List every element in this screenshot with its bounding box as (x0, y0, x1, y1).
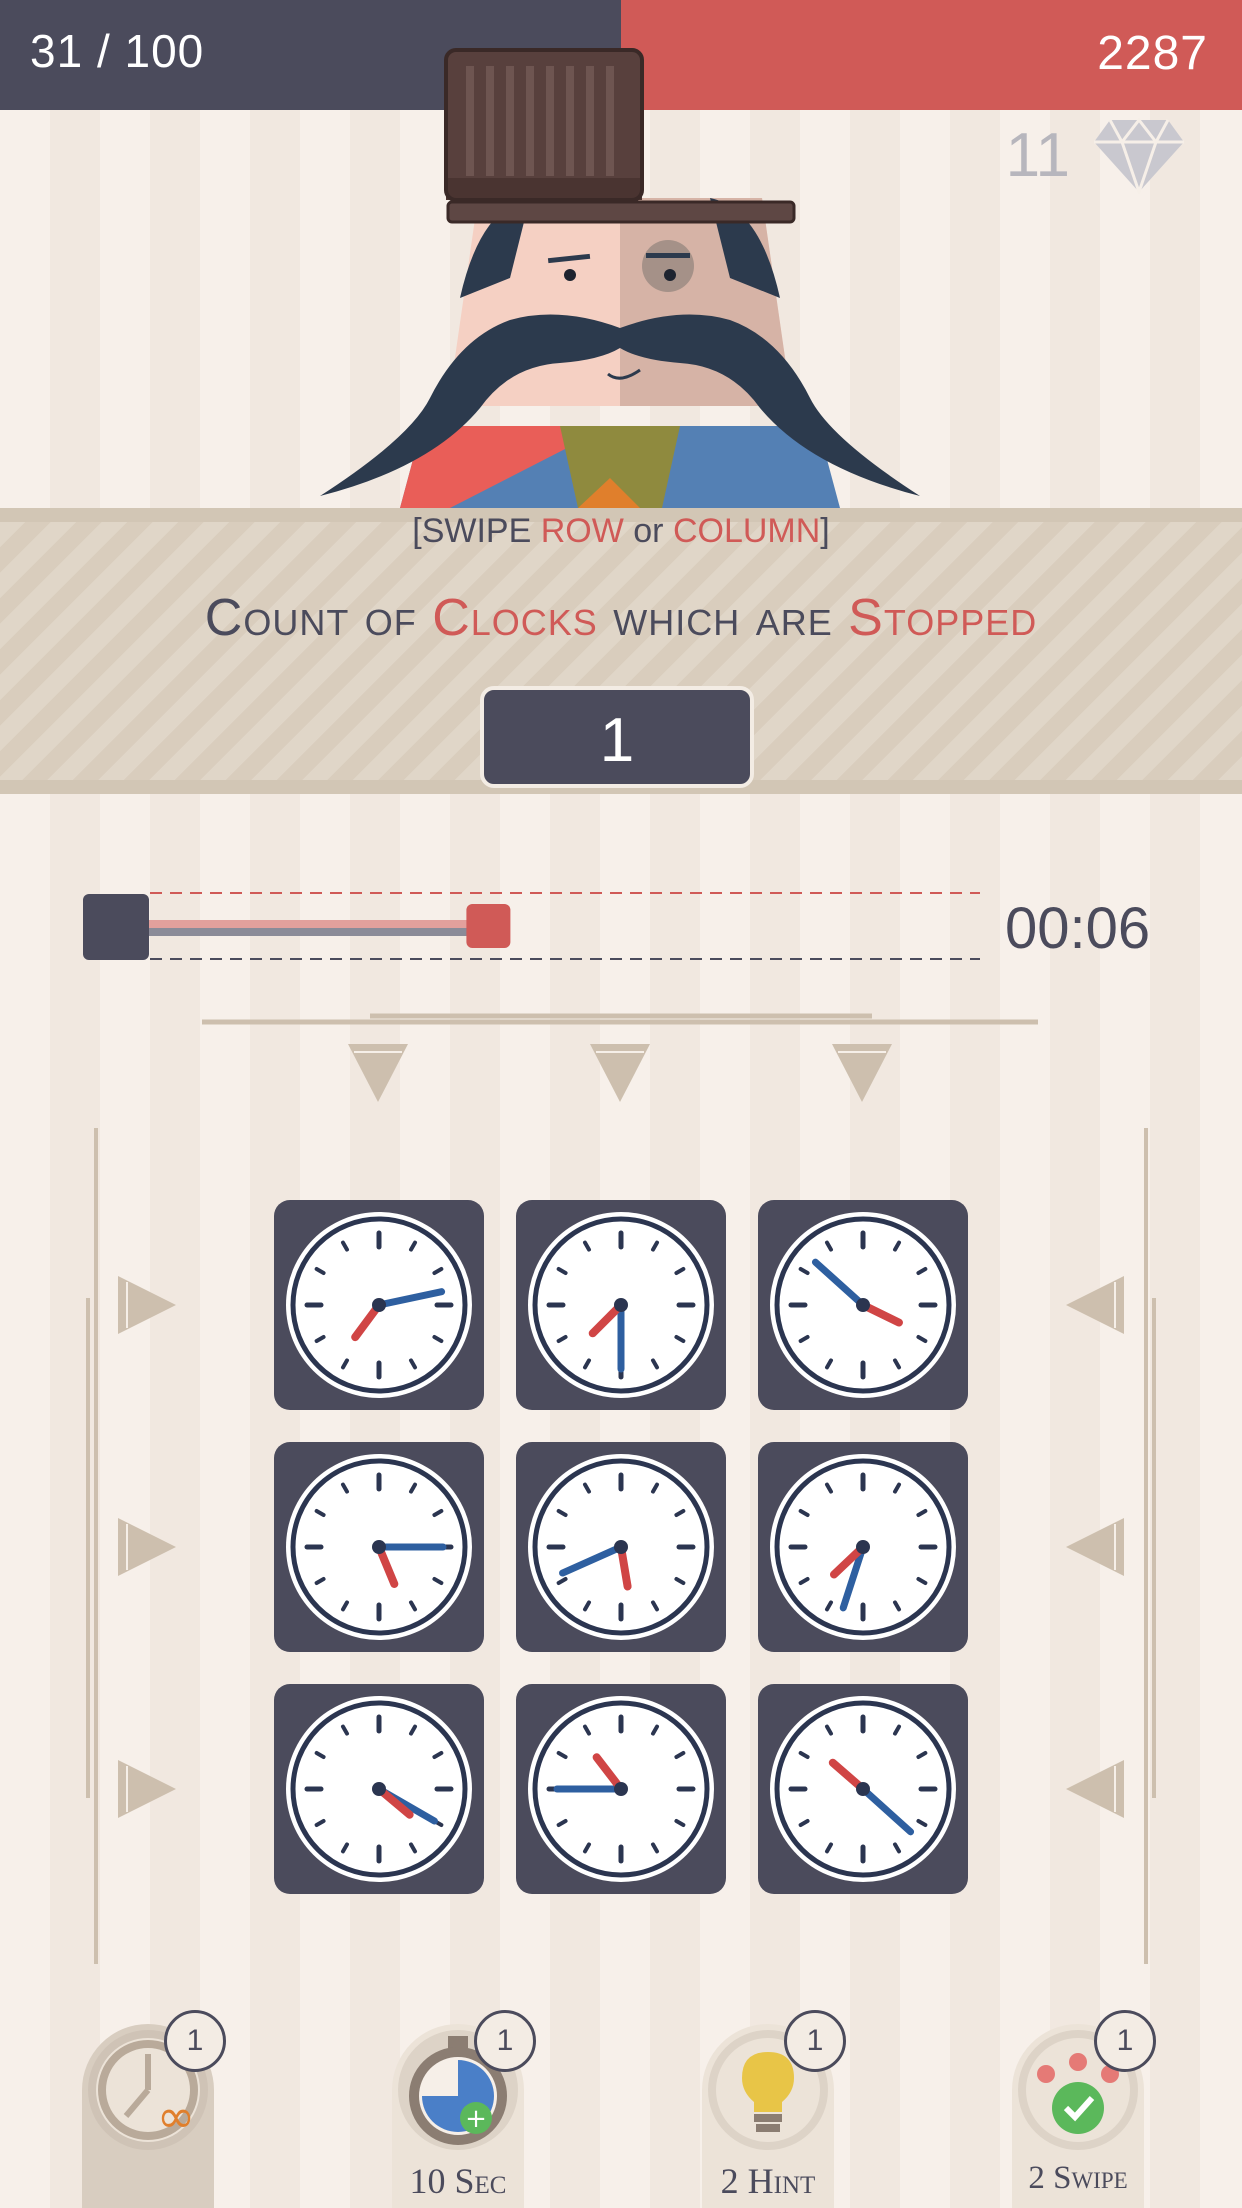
score: 2287 (1097, 27, 1208, 80)
clock-face (770, 1454, 956, 1640)
powerup-2-count: 1 (474, 2010, 536, 2072)
svg-text:∞: ∞ (157, 2089, 195, 2143)
powerup-2-label[interactable]: 10 Sec (392, 2160, 524, 2202)
question-text: Count of Clocks which are Stopped (204, 589, 1038, 647)
level-progress: 31 / 100 (30, 25, 205, 77)
column-2-swipe-arrow[interactable] (590, 1044, 650, 1102)
clock-tile (274, 1684, 484, 1894)
row-3-right-arrow[interactable] (1066, 1760, 1124, 1818)
clock-tile (516, 1684, 726, 1894)
row-1-right-arrow[interactable] (1066, 1276, 1124, 1334)
swipe-instruction: [SWIPE ROW or COLUMN] (412, 512, 830, 550)
timer-knob (466, 904, 511, 948)
gem-count: 11 (1005, 121, 1070, 190)
clock-tile (516, 1200, 726, 1410)
clock-tile (274, 1442, 484, 1652)
timer-bar (83, 892, 980, 960)
clock-face (770, 1212, 956, 1398)
clock-face (770, 1696, 956, 1882)
diamond-icon (1094, 118, 1184, 194)
left-row-guide (86, 1128, 98, 1964)
powerup-4-count: 1 (1094, 2010, 1156, 2072)
clock-tile (516, 1442, 726, 1652)
right-row-guide (1144, 1128, 1156, 1964)
clock-tile (758, 1200, 968, 1410)
powerup-3-count: 1 (784, 2010, 846, 2072)
powerup-4-label[interactable]: 2 Swipe (1012, 2160, 1144, 2197)
clock-tile (274, 1200, 484, 1410)
powerup-1-count: 1 (164, 2010, 226, 2072)
clock-face (528, 1212, 714, 1398)
row-2-left-arrow[interactable] (118, 1518, 176, 1576)
clock-face (286, 1212, 472, 1398)
clock-face (286, 1454, 472, 1640)
column-1-swipe-arrow[interactable] (348, 1044, 408, 1102)
clock-tile (758, 1684, 968, 1894)
row-2-right-arrow[interactable] (1066, 1518, 1124, 1576)
clock-face (528, 1454, 714, 1640)
timer-text: 00:06 (1005, 896, 1151, 961)
answer-display[interactable]: 1 (480, 686, 754, 788)
clock-face (528, 1696, 714, 1882)
row-1-left-arrow[interactable] (118, 1276, 176, 1334)
clock-face (286, 1696, 472, 1882)
timer-start-marker (83, 894, 149, 960)
powerup-3-label[interactable]: 2 Hint (702, 2160, 834, 2202)
column-3-swipe-arrow[interactable] (832, 1044, 892, 1102)
clock-tile (758, 1442, 968, 1652)
row-3-left-arrow[interactable] (118, 1760, 176, 1818)
svg-text:+: + (465, 2104, 487, 2134)
mustache-gentleman-character (320, 48, 920, 508)
